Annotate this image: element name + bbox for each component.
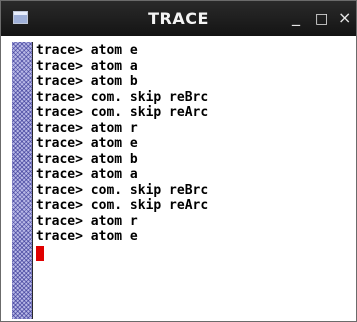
minimize-button[interactable]: _ — [292, 7, 300, 27]
prompt-line[interactable] — [36, 245, 351, 261]
terminal-line: trace> com. skip reArc — [36, 198, 209, 213]
window-title: TRACE — [148, 9, 209, 28]
scrollbar[interactable] — [12, 42, 33, 319]
trace-window: TRACE _ □ × trace> atom e trace> atom a … — [0, 0, 357, 322]
title-bar[interactable]: TRACE _ □ × — [1, 1, 356, 36]
terminal-line: trace> atom r — [36, 120, 138, 136]
terminal-line: trace> atom e — [36, 229, 138, 244]
terminal-line: trace> atom r — [36, 213, 138, 229]
maximize-button[interactable]: □ — [315, 9, 328, 29]
text-cursor — [36, 245, 44, 261]
terminal-line: trace> atom a — [36, 167, 138, 182]
terminal-line: trace> atom e — [36, 136, 138, 151]
close-button[interactable]: × — [338, 8, 351, 28]
terminal-line: trace> atom b — [36, 74, 138, 89]
terminal-line: trace> atom a — [36, 58, 138, 74]
terminal-line: trace> atom b — [36, 151, 138, 167]
client-area: trace> atom e trace> atom a trace> atom … — [1, 36, 356, 321]
terminal-line: trace> com. skip reArc — [36, 105, 209, 120]
terminal-line: trace> com. skip reBrc — [36, 89, 209, 105]
terminal-output[interactable]: trace> atom e trace> atom a trace> atom … — [36, 43, 351, 319]
terminal-line: trace> com. skip reBrc — [36, 182, 209, 198]
terminal-line: trace> atom e — [36, 43, 138, 58]
